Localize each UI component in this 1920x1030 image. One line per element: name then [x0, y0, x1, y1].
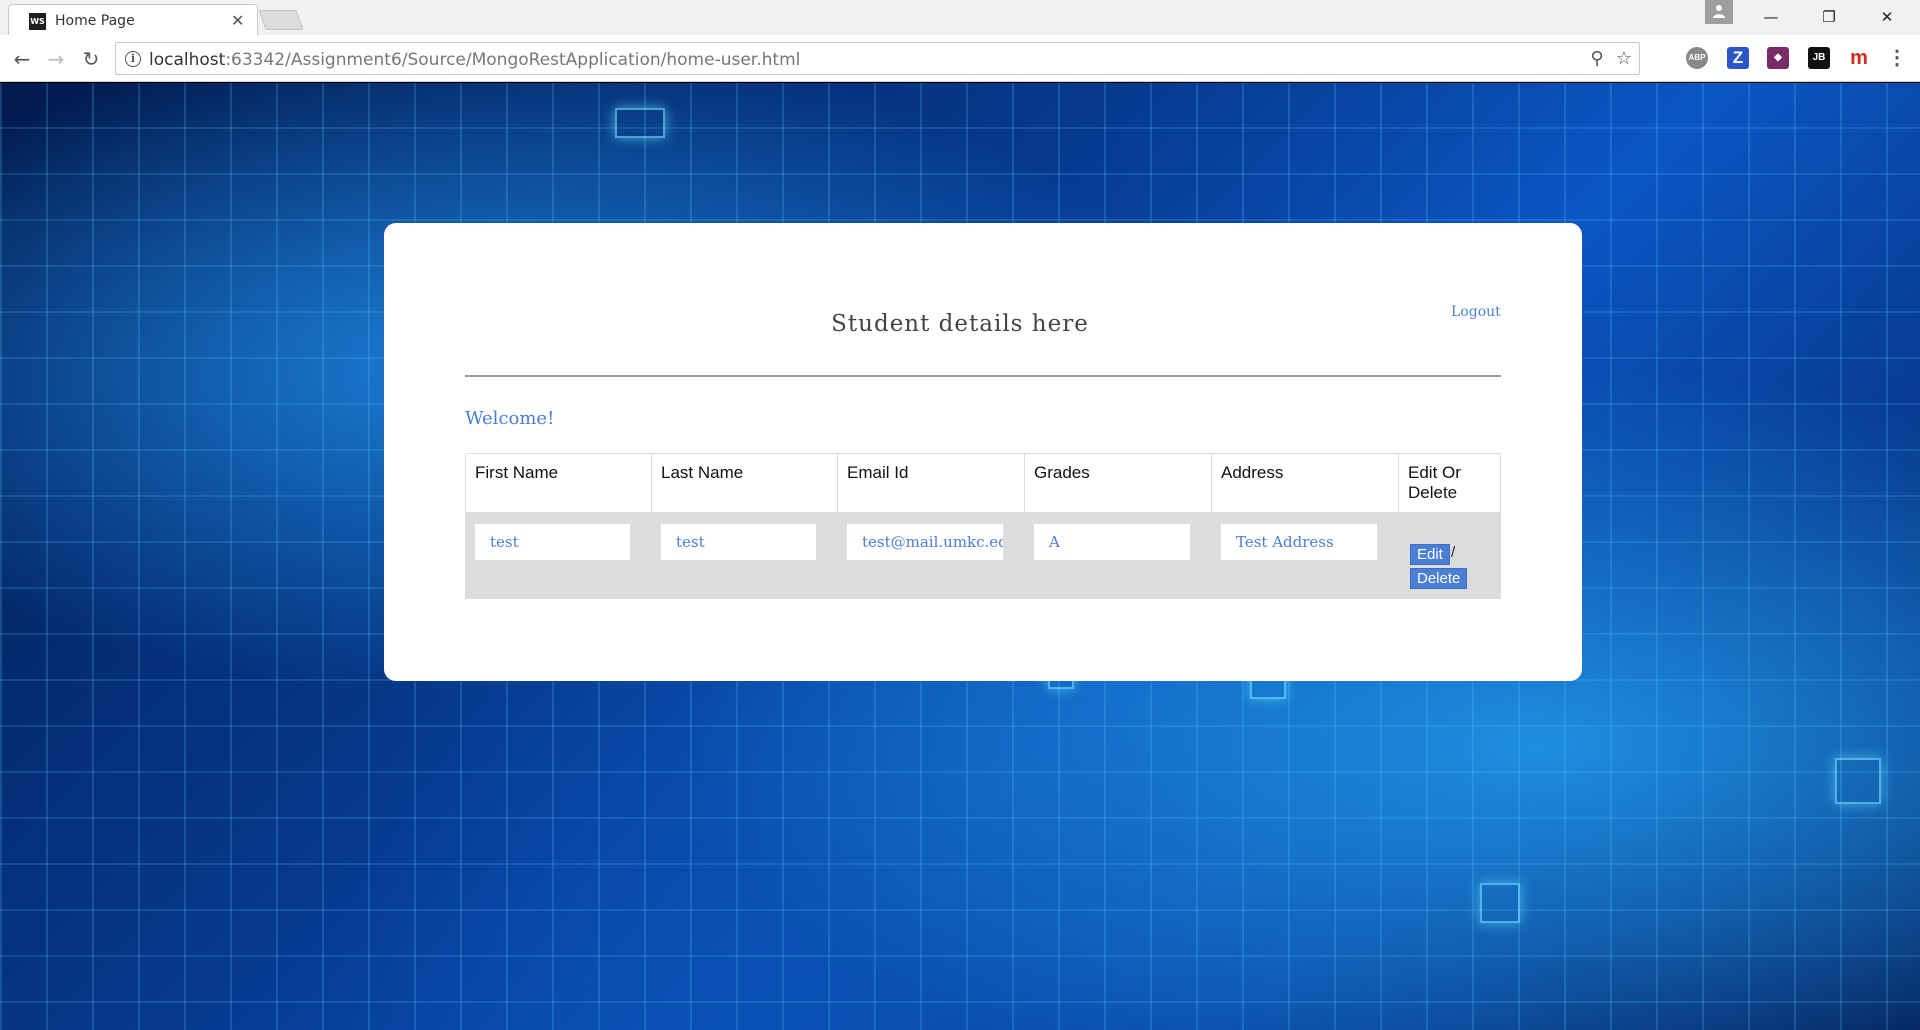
decorative-glow [1835, 758, 1881, 804]
tab-close-icon[interactable]: ✕ [231, 11, 244, 30]
menu-icon[interactable]: ⋮ [1886, 47, 1908, 69]
m-extension-icon[interactable]: m [1848, 47, 1870, 69]
url-text[interactable]: localhost:63342/Assignment6/Source/Mongo… [149, 50, 800, 70]
header-email: Email Id [838, 454, 1025, 512]
address-bar[interactable]: i localhost:63342/Assignment6/Source/Mon… [115, 42, 1640, 75]
browser-toolbar: ← → ↻ i localhost:63342/Assignment6/Sour… [0, 35, 1920, 82]
browser-tab[interactable]: WS Home Page ✕ [8, 4, 258, 35]
minimize-icon[interactable]: — [1748, 4, 1794, 30]
header-last-name: Last Name [652, 454, 838, 512]
zoom-icon[interactable]: ⚲ [1586, 48, 1608, 70]
table-header: First Name Last Name Email Id Grades Add… [465, 453, 1501, 513]
url-host: localhost [149, 50, 226, 70]
zotero-icon[interactable]: Z [1727, 47, 1749, 69]
table-row: test test test@mail.umkc.edu A Test Addr… [465, 513, 1501, 599]
delete-button[interactable]: Delete [1410, 568, 1468, 589]
divider [465, 375, 1501, 377]
logout-link[interactable]: Logout [1451, 304, 1501, 320]
tab-title: Home Page [55, 13, 135, 29]
window-close-icon[interactable]: ✕ [1864, 4, 1910, 30]
student-card: Student details here Logout Welcome! Fir… [384, 223, 1582, 681]
restore-icon[interactable]: ❐ [1806, 4, 1852, 30]
separator: / [1451, 544, 1456, 561]
forward-icon[interactable]: → [43, 46, 69, 72]
url-path: :63342/Assignment6/Source/MongoRestAppli… [225, 50, 801, 70]
header-grades: Grades [1025, 454, 1212, 512]
adblock-plus-icon[interactable]: ABP [1686, 47, 1708, 69]
address-field[interactable]: Test Address [1220, 523, 1378, 561]
profile-icon[interactable] [1705, 0, 1733, 24]
edit-button[interactable]: Edit [1410, 544, 1450, 565]
back-icon[interactable]: ← [9, 46, 35, 72]
last-name-field[interactable]: test [660, 523, 817, 561]
reload-icon[interactable]: ↻ [78, 46, 104, 72]
jetbrains-icon[interactable]: JB [1808, 47, 1830, 69]
student-table: First Name Last Name Email Id Grades Add… [465, 453, 1501, 599]
tab-strip: WS Home Page ✕ — ❐ ✕ [0, 0, 1920, 35]
page-background: Student details here Logout Welcome! Fir… [0, 83, 1920, 1030]
new-tab-button[interactable] [258, 10, 304, 30]
grade-field[interactable]: A [1033, 523, 1191, 561]
header-first-name: First Name [466, 454, 652, 512]
page-title: Student details here [831, 311, 1089, 337]
webstorm-favicon-icon: WS [29, 13, 46, 30]
welcome-text: Welcome! [465, 408, 555, 429]
header-edit-delete: Edit Or Delete [1408, 463, 1461, 502]
decorative-glow [1480, 883, 1520, 923]
first-name-field[interactable]: test [474, 523, 631, 561]
extension-icon[interactable]: ◆ [1767, 47, 1789, 69]
decorative-glow [615, 108, 665, 138]
header-address: Address [1212, 454, 1399, 512]
email-field[interactable]: test@mail.umkc.edu [846, 523, 1004, 561]
bookmark-star-icon[interactable]: ☆ [1613, 48, 1635, 70]
site-info-icon[interactable]: i [125, 51, 141, 67]
